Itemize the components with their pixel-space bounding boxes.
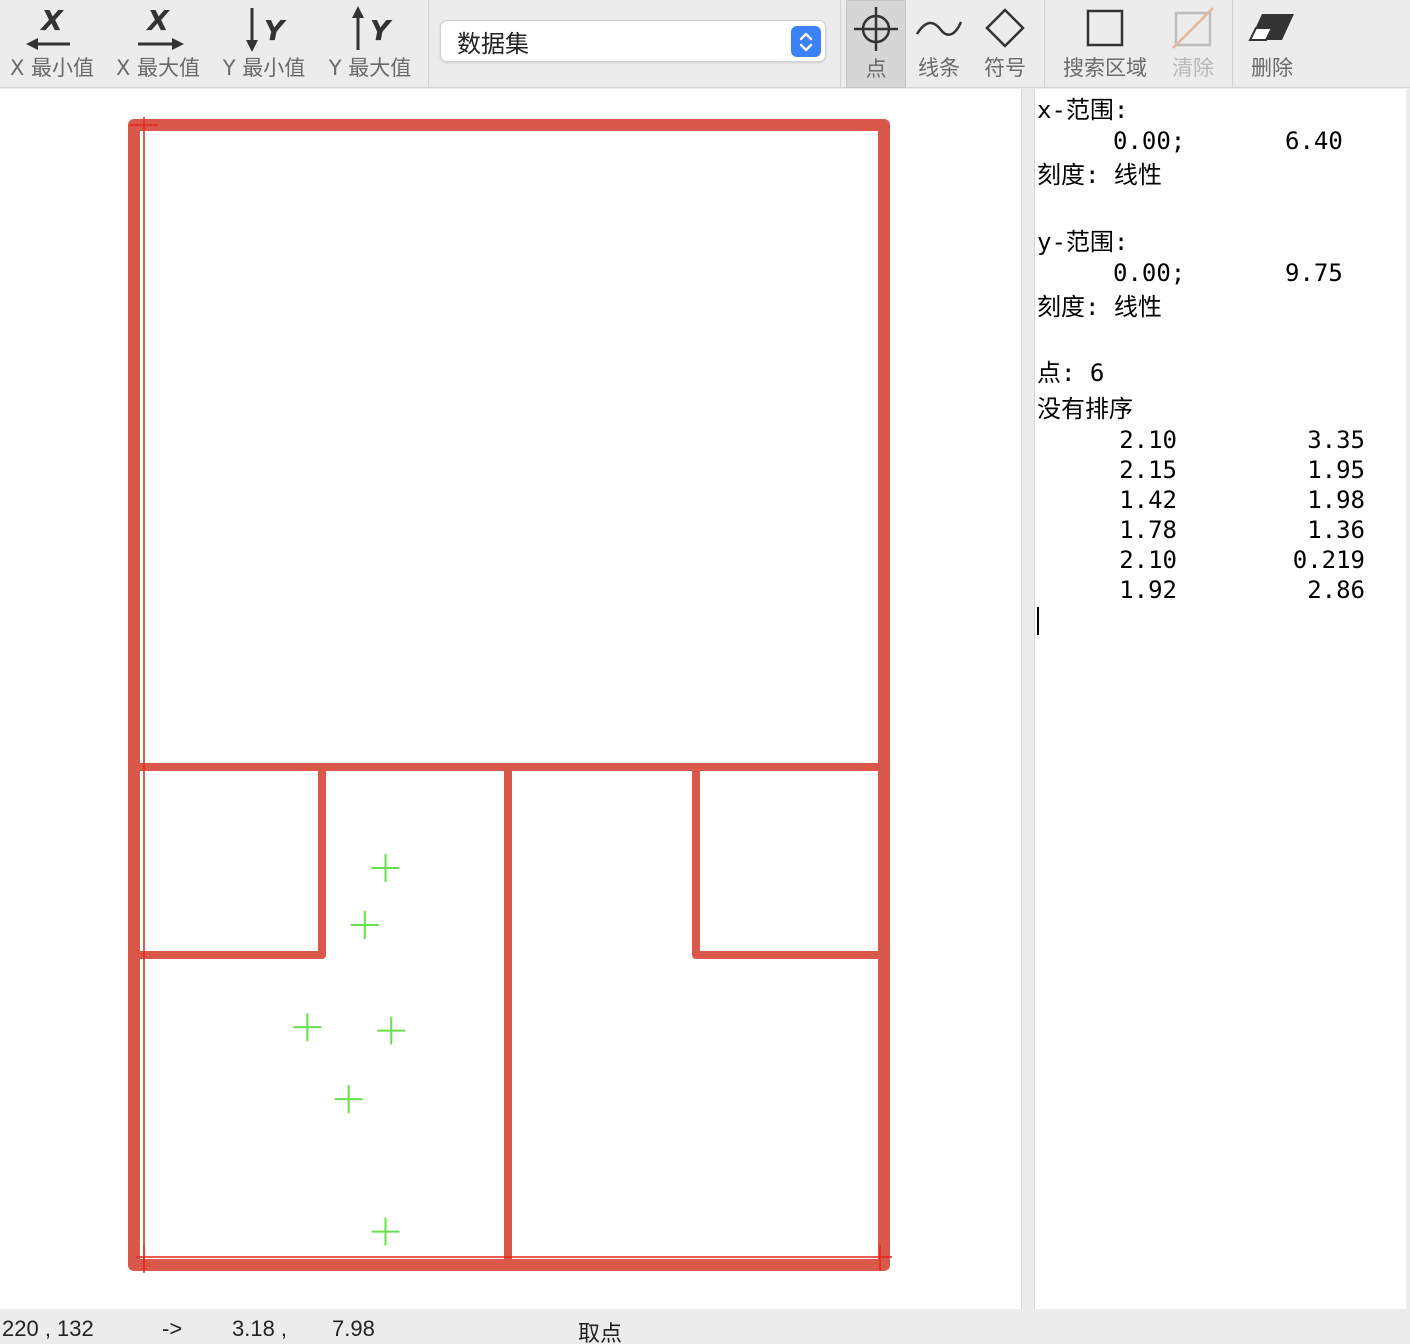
- x-scale-label: 刻度: 线性: [1037, 161, 1162, 189]
- point-x-value: 2.15: [1119, 456, 1177, 484]
- data-y-coordinate: 7.98: [332, 1316, 375, 1341]
- clear-icon: [1171, 0, 1215, 56]
- data-point-marker[interactable]: [293, 1013, 322, 1042]
- x-max-label: X 最大值: [115, 56, 201, 80]
- y-min-button[interactable]: Y Y 最小值: [218, 0, 310, 88]
- svg-text:Y: Y: [264, 14, 287, 47]
- svg-text:Y: Y: [370, 14, 393, 47]
- y-min-icon: Y: [234, 0, 294, 56]
- x-min-icon: X: [22, 0, 82, 56]
- y-min-label: Y 最小值: [222, 56, 306, 80]
- point-y-value: 1.95: [1307, 456, 1365, 484]
- svg-text:X: X: [39, 4, 64, 37]
- y-range-max: 9.75: [1285, 259, 1343, 287]
- point-x-value: 2.10: [1119, 426, 1177, 454]
- curve-icon: [913, 0, 965, 56]
- crosshair-icon: [851, 1, 901, 57]
- x-range-label: x-范围:: [1037, 96, 1129, 124]
- data-point-marker[interactable]: [371, 854, 400, 883]
- point-x-value: 1.92: [1119, 576, 1177, 604]
- coord-arrow: ->: [162, 1316, 183, 1341]
- digitized-points: [293, 854, 406, 1246]
- point-mode-label: 点: [865, 57, 887, 81]
- chevron-updown-icon: [791, 26, 821, 57]
- text-cursor: [1037, 607, 1039, 635]
- svg-text:X: X: [145, 4, 170, 37]
- toolbar-divider: [840, 0, 841, 88]
- symbol-mode-button[interactable]: 符号: [976, 0, 1034, 88]
- data-point-marker[interactable]: [377, 1016, 406, 1045]
- clear-label: 清除: [1172, 56, 1214, 80]
- floorplan-image: [128, 119, 890, 1271]
- toolbar-divider: [428, 0, 429, 88]
- data-point-marker[interactable]: [334, 1085, 363, 1114]
- symbol-mode-label: 符号: [984, 56, 1026, 80]
- x-max-button[interactable]: X X 最大值: [112, 0, 204, 88]
- dataset-select[interactable]: 数据集: [440, 20, 826, 62]
- y-max-button[interactable]: Y Y 最大值: [324, 0, 416, 88]
- point-y-value: 2.86: [1307, 576, 1365, 604]
- x-range-max: 6.40: [1285, 127, 1343, 155]
- diamond-icon: [982, 0, 1028, 56]
- square-icon: [1084, 0, 1126, 56]
- y-range-label: y-范围:: [1037, 228, 1129, 256]
- search-area-label: 搜索区域: [1063, 56, 1147, 80]
- point-count-label: 点: 6: [1037, 359, 1105, 387]
- line-mode-button[interactable]: 线条: [910, 0, 968, 88]
- point-y-value: 1.36: [1307, 516, 1365, 544]
- x-range-min: 0.00;: [1113, 127, 1186, 155]
- point-y-value: 0.219: [1292, 546, 1365, 574]
- clear-button[interactable]: 清除: [1160, 0, 1226, 88]
- digitize-canvas[interactable]: [0, 89, 1022, 1309]
- eraser-icon: [1246, 0, 1298, 56]
- sort-status-label: 没有排序: [1037, 395, 1133, 423]
- x-min-button[interactable]: X X 最小值: [6, 0, 98, 88]
- y-range-min: 0.00;: [1113, 259, 1186, 287]
- y-max-icon: Y: [340, 0, 400, 56]
- floorplan-wall: [692, 763, 884, 959]
- point-y-value: 3.35: [1307, 426, 1365, 454]
- y-max-label: Y 最大值: [328, 56, 412, 80]
- floorplan-wall: [136, 763, 326, 959]
- delete-label: 删除: [1251, 56, 1293, 80]
- toolbar-divider: [1232, 0, 1233, 88]
- pixel-coordinates: 220 , 132: [2, 1316, 94, 1341]
- data-info-panel[interactable]: x-范围: 0.00; 6.40 刻度: 线性 y-范围: 0.00; 9.75…: [1034, 89, 1406, 1309]
- digitizer-window: { "toolbar": { "x_min_label": "X 最小值", "…: [0, 0, 1410, 1344]
- x-max-icon: X: [128, 0, 188, 56]
- toolbar-divider: [1044, 0, 1045, 88]
- toolbar: X X 最小值 X X 最大值 Y Y 最小值 Y Y 最大值 数据集 点 线条…: [0, 0, 1410, 88]
- status-bar: 220 , 132 -> 3.18 , 7.98 取点: [0, 1310, 1410, 1344]
- x-min-label: X 最小值: [9, 56, 95, 80]
- point-x-value: 2.10: [1119, 546, 1177, 574]
- dataset-select-value: 数据集: [457, 29, 529, 58]
- delete-button[interactable]: 删除: [1240, 0, 1304, 88]
- search-area-button[interactable]: 搜索区域: [1058, 0, 1152, 88]
- line-mode-label: 线条: [918, 56, 960, 80]
- mode-status: 取点: [578, 1321, 623, 1344]
- data-point-marker[interactable]: [350, 910, 379, 939]
- point-x-value: 1.42: [1119, 486, 1177, 514]
- point-mode-button[interactable]: 点: [846, 0, 906, 88]
- point-x-value: 1.78: [1119, 516, 1177, 544]
- point-y-value: 1.98: [1307, 486, 1365, 514]
- y-scale-label: 刻度: 线性: [1037, 293, 1162, 321]
- data-point-marker[interactable]: [371, 1217, 400, 1246]
- data-x-coordinate: 3.18 ,: [232, 1316, 288, 1341]
